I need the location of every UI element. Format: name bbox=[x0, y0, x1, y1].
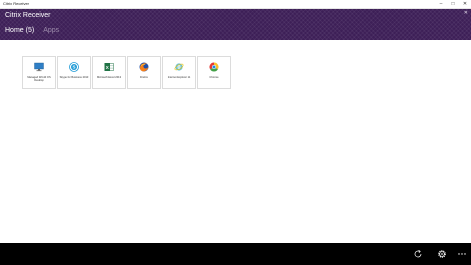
maximize-button[interactable]: □ bbox=[447, 0, 459, 8]
monitor-icon bbox=[34, 62, 44, 72]
app-tile-excel[interactable]: X Microsoft Excel 2013 bbox=[92, 56, 126, 89]
app-tile-label: Microsoft Excel 2013 bbox=[96, 76, 122, 79]
header-close-icon[interactable]: ✕ bbox=[464, 10, 468, 16]
skype-icon: S bbox=[69, 62, 79, 72]
app-tile-label: Firefox bbox=[140, 76, 148, 79]
app-tile-managed-desktop[interactable]: Managed Win10 OS Desktop bbox=[22, 56, 56, 89]
window-controls: – □ ✕ bbox=[435, 0, 471, 8]
svg-text:S: S bbox=[72, 65, 75, 70]
app-tile-label: Skype for Business 2013 bbox=[59, 76, 89, 79]
refresh-icon[interactable] bbox=[413, 249, 423, 259]
close-button[interactable]: ✕ bbox=[459, 0, 471, 8]
app-tile-list: Managed Win10 OS Desktop S Skype for Bus… bbox=[22, 56, 231, 89]
window-title: Citrix Receiver bbox=[3, 1, 30, 6]
internet-explorer-icon bbox=[174, 63, 184, 71]
app-tile-internet-explorer[interactable]: Internet Explorer 11 bbox=[162, 56, 196, 89]
app-tile-label: Chrome bbox=[209, 76, 219, 79]
app-tile-label: Internet Explorer 11 bbox=[167, 76, 191, 79]
firefox-icon bbox=[139, 62, 149, 72]
settings-icon[interactable] bbox=[437, 249, 447, 259]
bottom-app-bar bbox=[0, 243, 471, 265]
minimize-button[interactable]: – bbox=[435, 0, 447, 8]
excel-icon: X bbox=[104, 63, 114, 71]
tab-home[interactable]: Home (5) bbox=[5, 26, 34, 36]
tab-bar: Home (5) Apps bbox=[5, 26, 59, 36]
app-tile-chrome[interactable]: Chrome bbox=[197, 56, 231, 89]
window-titlebar: Citrix Receiver – □ ✕ bbox=[0, 0, 471, 9]
chrome-icon bbox=[209, 62, 219, 72]
app-tile-firefox[interactable]: Firefox bbox=[127, 56, 161, 89]
app-header: Citrix Receiver ✕ Home (5) Apps bbox=[0, 9, 471, 40]
app-tile-skype[interactable]: S Skype for Business 2013 bbox=[57, 56, 91, 89]
app-title: Citrix Receiver bbox=[5, 12, 51, 19]
svg-text:X: X bbox=[106, 65, 109, 70]
tab-apps[interactable]: Apps bbox=[43, 26, 59, 36]
app-tile-label: Managed Win10 OS Desktop bbox=[27, 76, 51, 83]
more-icon[interactable] bbox=[457, 249, 467, 259]
